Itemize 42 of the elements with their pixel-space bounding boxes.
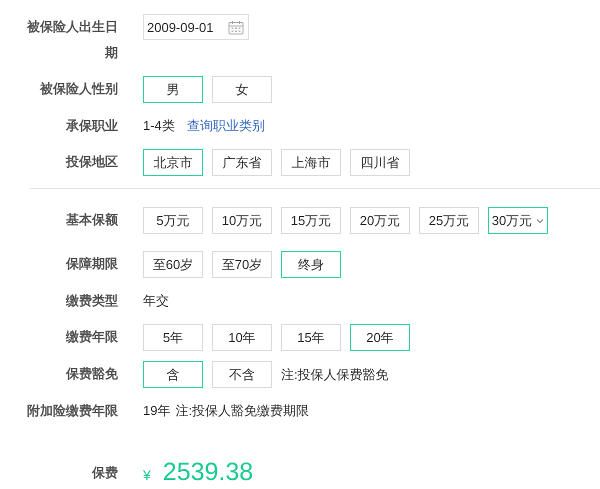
option-button[interactable]: 5年 (143, 324, 203, 351)
field-label: 保费豁免 (64, 365, 118, 383)
option-button[interactable]: 10万元 (212, 207, 272, 234)
option-button[interactable]: 四川省 (350, 149, 410, 176)
field-label: 缴费年限 (64, 328, 118, 346)
note-text: 注:投保人保费豁免 (281, 366, 389, 384)
occupation-link[interactable]: 查询职业类别 (186, 117, 265, 135)
field-label: 投保地区 (64, 153, 118, 171)
field-value: 年交 (143, 292, 169, 310)
premium-amount: 2539.38 (162, 458, 254, 487)
field-label: 被保险人出生日期 (26, 18, 118, 62)
field-label: 基本保额 (65, 211, 118, 229)
option-button[interactable]: 25万元 (419, 207, 479, 234)
option-button[interactable]: 15年 (281, 324, 341, 351)
option-button[interactable]: 女 (212, 76, 272, 103)
option-button[interactable]: 30万元 (488, 207, 548, 234)
currency-symbol: ¥ (143, 467, 151, 483)
option-button[interactable]: 20万元 (350, 207, 410, 234)
field-label: 附加险缴费年限 (26, 402, 118, 420)
field-label: 被保险人性别 (38, 80, 118, 98)
option-button[interactable]: 不含 (212, 361, 272, 388)
field-label: 缴费类型 (64, 292, 118, 310)
field-label: 保障期限 (64, 255, 118, 273)
option-button[interactable]: 北京市 (143, 149, 203, 176)
option-button[interactable]: 至60岁 (143, 251, 203, 278)
field-value: 19年 (143, 402, 170, 420)
field-label: 保费 (90, 464, 118, 482)
calendar-icon (228, 20, 244, 34)
option-button[interactable]: 上海市 (281, 149, 341, 176)
option-button[interactable]: 含 (143, 361, 203, 388)
field-label: 承保职业 (64, 117, 118, 135)
option-button[interactable]: 15万元 (281, 207, 341, 234)
option-button[interactable]: 20年 (350, 324, 410, 351)
option-button[interactable]: 广东省 (212, 149, 272, 176)
option-button[interactable]: 10年 (212, 324, 272, 351)
option-button[interactable]: 至70岁 (212, 251, 272, 278)
field-value: 1-4类 (143, 117, 175, 135)
date-field[interactable]: 2009-09-01 (143, 14, 249, 40)
option-button[interactable]: 终身 (281, 251, 341, 278)
option-button[interactable]: 5万元 (143, 207, 203, 234)
option-button[interactable]: 男 (143, 76, 203, 103)
note-text: 注:投保人豁免缴费期限 (175, 402, 310, 420)
